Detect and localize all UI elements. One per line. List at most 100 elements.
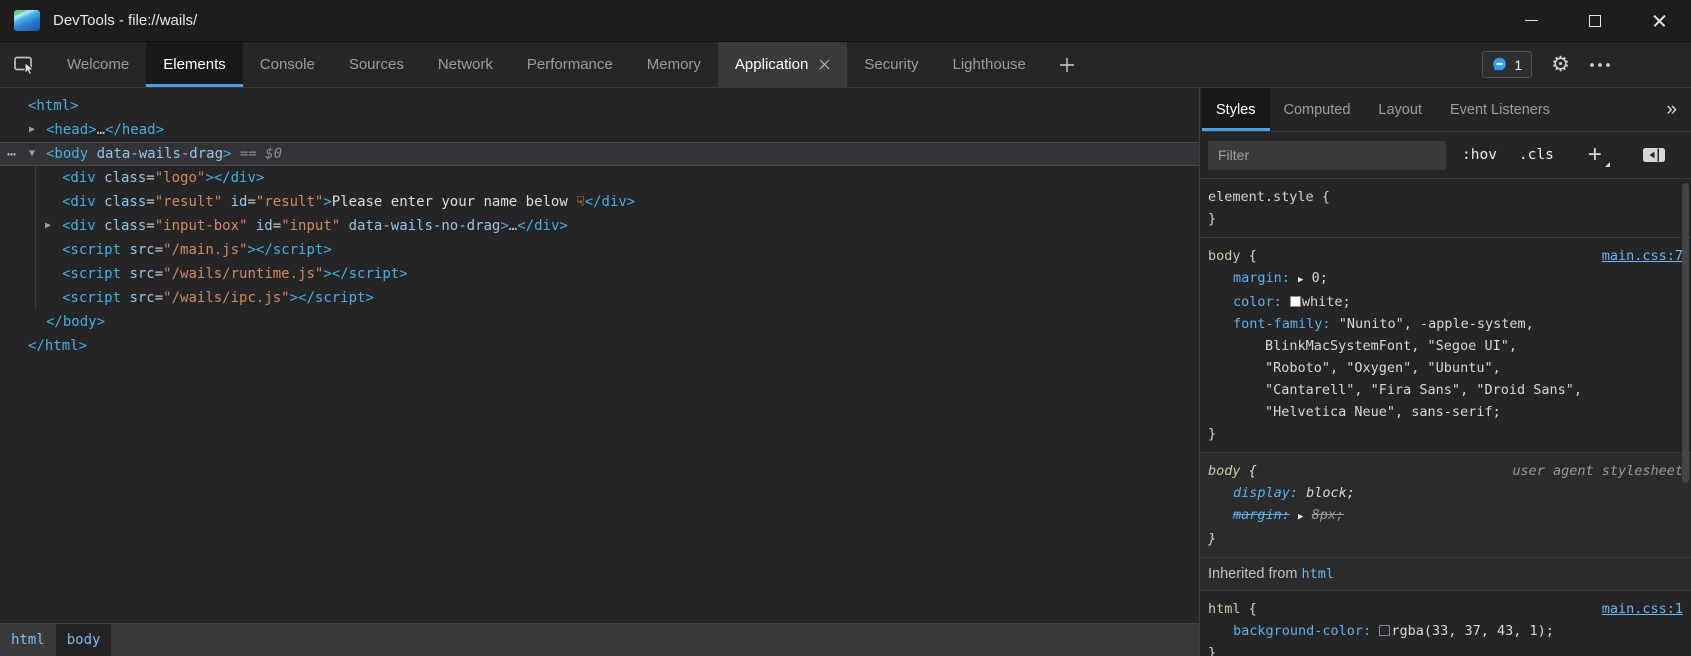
css-property-name[interactable]: margin: <box>1233 270 1290 286</box>
css-property-name[interactable]: color: <box>1233 294 1282 310</box>
css-declaration[interactable]: margin: ▶ 0; <box>1208 267 1683 291</box>
code-token-attr: data-wails-no-drag <box>340 218 500 234</box>
code-token-pun: = <box>146 194 154 210</box>
settings-button[interactable]: ⚙ <box>1551 54 1570 75</box>
css-declaration[interactable]: color: white; <box>1208 291 1683 313</box>
css-property-value-wrap[interactable]: BlinkMacSystemFont, "Segoe UI", <box>1208 335 1683 357</box>
close-tab-icon[interactable] <box>819 59 830 70</box>
dom-tree-row[interactable]: <script src="/wails/ipc.js"></script> <box>0 286 1199 310</box>
dom-tree-row[interactable]: ⋯▼<body data-wails-drag> == $0 <box>0 142 1199 166</box>
code-token-tag: </head> <box>105 122 164 138</box>
dom-tree-row[interactable]: <div class="result" id="result">Please e… <box>0 190 1199 214</box>
css-property-name[interactable]: display: <box>1233 485 1298 501</box>
sidebar-tab-computed[interactable]: Computed <box>1270 88 1365 131</box>
dom-tree-row[interactable]: ▶<head>…</head> <box>0 118 1199 142</box>
stylesheet-link[interactable]: main.css:1 <box>1602 598 1683 620</box>
inherited-node-link[interactable]: html <box>1302 566 1335 582</box>
tab-application[interactable]: Application <box>718 42 847 87</box>
code-token-tag: <div <box>62 170 96 186</box>
open-brace: { <box>1314 186 1330 208</box>
tab-label: Security <box>864 56 918 73</box>
rule-selector[interactable]: element.style <box>1208 186 1314 208</box>
code-token-tag: <html> <box>28 98 79 114</box>
css-declaration[interactable]: font-family: "Nunito", -apple-system, <box>1208 313 1683 335</box>
styles-sidebar: StylesComputedLayoutEvent Listeners » :ho… <box>1200 88 1691 656</box>
collapse-arrow-icon[interactable]: ▼ <box>29 143 35 165</box>
minimize-icon <box>1525 20 1538 21</box>
rule-selector[interactable]: body <box>1208 460 1241 482</box>
tab-lighthouse[interactable]: Lighthouse <box>936 42 1043 87</box>
dom-tree-row[interactable]: <div class="logo"></div> <box>0 166 1199 190</box>
dom-tree-row[interactable]: <html> <box>0 94 1199 118</box>
css-property-value[interactable]: 0; <box>1312 270 1328 286</box>
toggle-pseudo-state-button[interactable]: :hov <box>1462 147 1497 163</box>
tab-sources[interactable]: Sources <box>332 42 421 87</box>
toggle-sidebar-button[interactable] <box>1642 146 1666 164</box>
more-options-button[interactable] <box>1589 62 1611 68</box>
tab-memory[interactable]: Memory <box>630 42 718 87</box>
code-token-val: "/wails/runtime.js" <box>163 266 323 282</box>
tab-performance[interactable]: Performance <box>510 42 630 87</box>
sidebar-scrollbar[interactable] <box>1682 183 1689 483</box>
add-panel-button[interactable] <box>1043 42 1091 87</box>
css-property-value-wrap[interactable]: "Cantarell", "Fira Sans", "Droid Sans", <box>1208 379 1683 401</box>
close-button[interactable] <box>1627 0 1691 41</box>
css-property-value-wrap[interactable]: "Helvetica Neue", sans-serif; <box>1208 401 1683 423</box>
css-declaration[interactable]: margin: ▶ 8px; <box>1208 504 1683 528</box>
dom-tree-row[interactable]: ▶<div class="input-box" id="input" data-… <box>0 214 1199 238</box>
dom-tree-row[interactable]: <script src="/main.js"></script> <box>0 238 1199 262</box>
sidebar-tab-styles[interactable]: Styles <box>1202 88 1270 131</box>
open-brace: { <box>1241 460 1257 482</box>
code-token-val: "/wails/ipc.js" <box>163 290 289 306</box>
more-tabs-button[interactable]: » <box>1652 88 1691 131</box>
sidebar-tab-layout[interactable]: Layout <box>1364 88 1436 131</box>
css-declaration[interactable]: display: block; <box>1208 482 1683 504</box>
tab-security[interactable]: Security <box>847 42 935 87</box>
issues-counter[interactable]: 1 <box>1482 51 1532 78</box>
breadcrumb-html[interactable]: html <box>0 624 56 656</box>
css-property-value[interactable]: rgba(33, 37, 43, 1); <box>1391 623 1554 639</box>
css-declaration[interactable]: background-color: rgba(33, 37, 43, 1); <box>1208 620 1683 642</box>
gear-icon: ⚙ <box>1551 54 1570 75</box>
toggle-element-classes-button[interactable]: .cls <box>1519 147 1554 163</box>
color-swatch[interactable] <box>1379 625 1390 636</box>
css-property-value[interactable]: 8px; <box>1312 507 1345 523</box>
dom-tree-row[interactable]: </body> <box>0 310 1199 334</box>
css-property-value[interactable]: block; <box>1306 485 1355 501</box>
code-token-annot: == $0 <box>231 146 282 162</box>
minimize-button[interactable] <box>1499 0 1563 41</box>
color-swatch[interactable] <box>1290 296 1301 307</box>
expand-arrow-icon[interactable]: ▶ <box>45 214 51 238</box>
styles-filter-input[interactable] <box>1208 141 1446 170</box>
css-property-name[interactable]: margin: <box>1233 507 1290 523</box>
css-property-name[interactable]: font-family: <box>1233 316 1331 332</box>
inspect-element-button[interactable] <box>0 42 50 87</box>
stylesheet-link[interactable]: main.css:7 <box>1602 245 1683 267</box>
dom-tree-row[interactable]: </html> <box>0 334 1199 358</box>
sidebar-tab-event-listeners[interactable]: Event Listeners <box>1436 88 1564 131</box>
css-property-value[interactable]: "Nunito", -apple-system, <box>1339 316 1534 332</box>
code-token-tag: <body <box>46 146 88 162</box>
maximize-button[interactable] <box>1563 0 1627 41</box>
new-style-rule-button[interactable]: + <box>1584 145 1606 165</box>
code-token-tag: <head> <box>46 122 97 138</box>
tab-network[interactable]: Network <box>421 42 510 87</box>
rule-selector[interactable]: html <box>1208 598 1241 620</box>
tab-label: Sources <box>349 56 404 73</box>
tab-console[interactable]: Console <box>243 42 332 87</box>
code-token-emoji: ☟ <box>576 194 584 210</box>
css-property-name[interactable]: background-color: <box>1233 623 1371 639</box>
style-rule-section: body {main.css:7margin: ▶ 0;color: white… <box>1200 238 1691 453</box>
rule-selector[interactable]: body <box>1208 245 1241 267</box>
css-property-value-wrap[interactable]: "Roboto", "Oxygen", "Ubuntu", <box>1208 357 1683 379</box>
tab-elements[interactable]: Elements <box>146 42 243 87</box>
dom-tree-row[interactable]: <script src="/wails/runtime.js"></script… <box>0 262 1199 286</box>
dom-breadcrumbs: htmlbody <box>0 623 1199 656</box>
expand-arrow-icon[interactable]: ▶ <box>29 118 35 142</box>
css-property-value[interactable]: white; <box>1302 294 1351 310</box>
style-rule-section: element.style {} <box>1200 179 1691 238</box>
row-actions-icon[interactable]: ⋯ <box>7 143 16 165</box>
space <box>1298 485 1306 501</box>
tab-welcome[interactable]: Welcome <box>50 42 146 87</box>
breadcrumb-body[interactable]: body <box>56 624 112 656</box>
